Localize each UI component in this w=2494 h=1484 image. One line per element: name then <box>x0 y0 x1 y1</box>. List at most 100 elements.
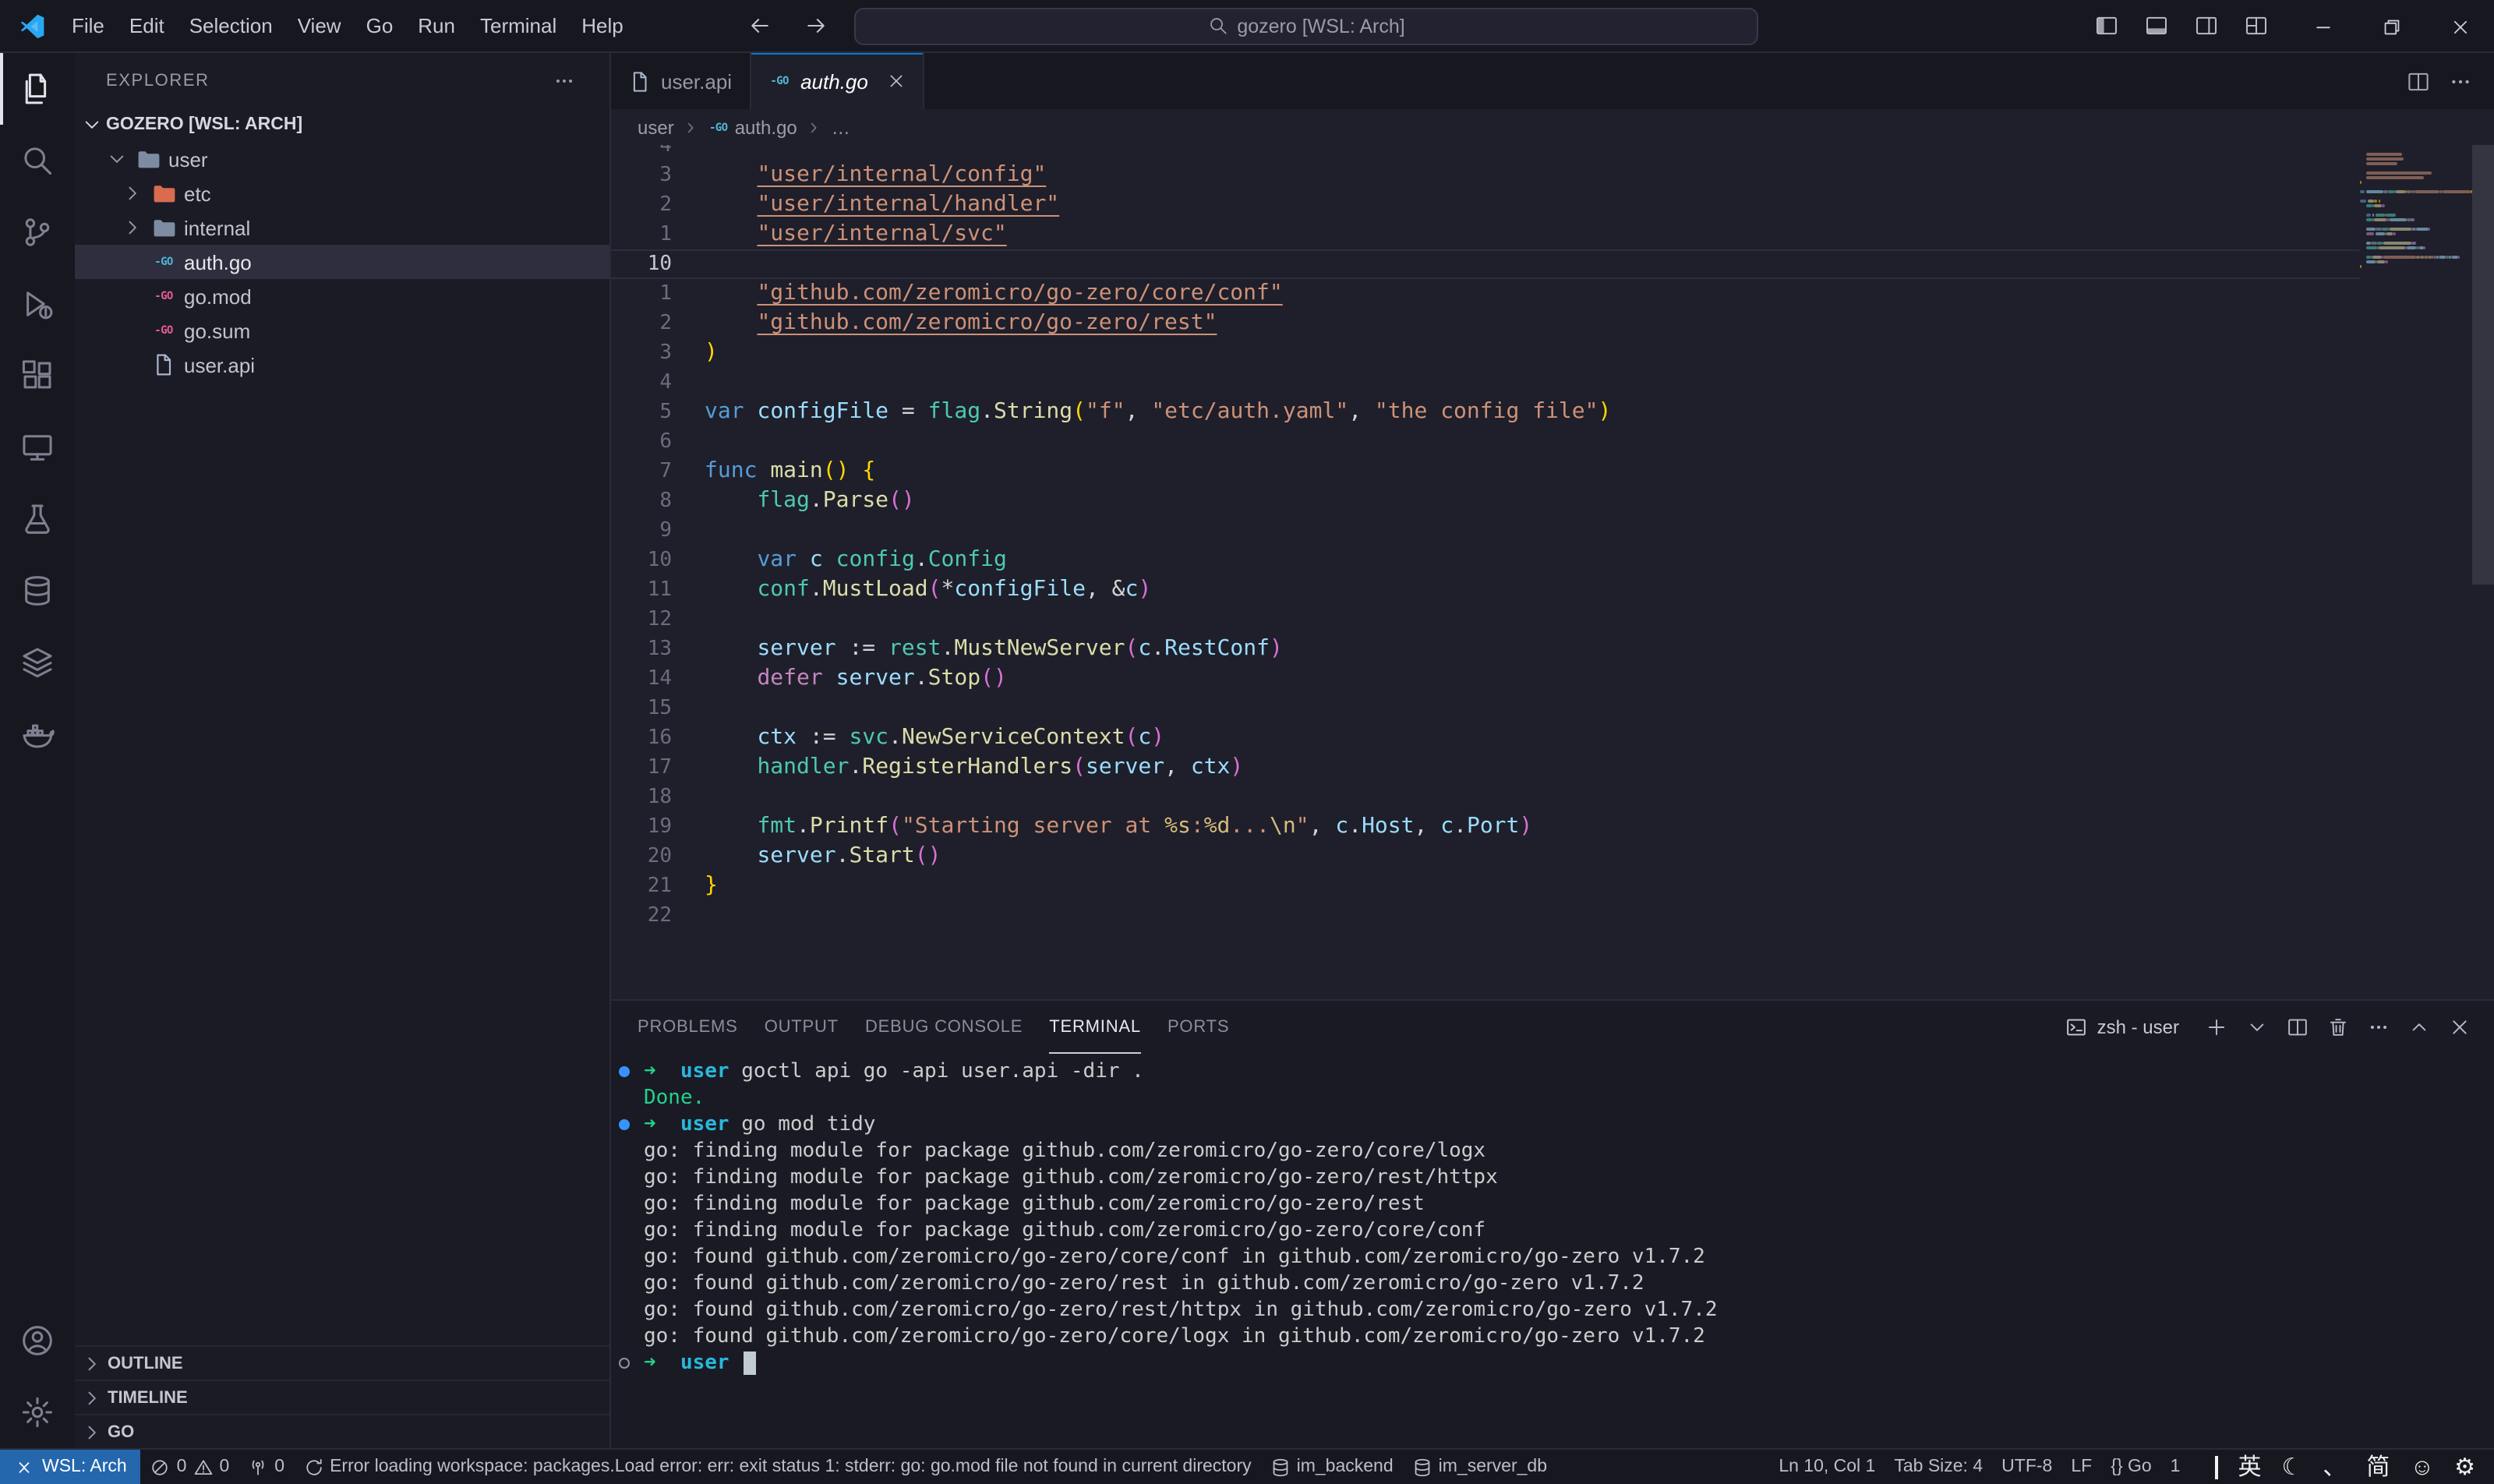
terminal-tab-label[interactable]: zsh - user <box>2066 1016 2179 1038</box>
command-decoration-icon[interactable] <box>619 1119 630 1130</box>
ime-simplified-mode[interactable]: 简 <box>2366 1455 2390 1479</box>
code-line[interactable]: 16 ctx := svc.NewServiceContext(c) <box>611 723 2360 753</box>
split-editor-button[interactable] <box>2407 69 2430 93</box>
panel-tab-output[interactable]: OUTPUT <box>765 1001 839 1054</box>
breadcrumb-item[interactable]: … <box>832 116 850 138</box>
code-line[interactable]: 2 "user/internal/handler" <box>611 190 2360 220</box>
activity-item-explorer[interactable] <box>0 53 75 125</box>
code-line[interactable]: 5var configFile = flag.String("f", "etc/… <box>611 398 2360 427</box>
menu-view[interactable]: View <box>285 9 354 42</box>
tree-item-internal[interactable]: internal <box>75 210 609 245</box>
terminal-more-actions-button[interactable] <box>2360 1009 2397 1046</box>
panel-tab-ports[interactable]: PORTS <box>1168 1001 1229 1054</box>
code-line[interactable]: 3) <box>611 338 2360 368</box>
language-mode[interactable]: {} Go <box>2101 1458 2160 1476</box>
panel-tab-problems[interactable]: PROBLEMS <box>638 1001 738 1054</box>
code-line[interactable]: 10 var c config.Config <box>611 546 2360 575</box>
close-tab-button[interactable] <box>887 72 906 90</box>
split-terminal-button[interactable] <box>2279 1009 2316 1046</box>
editor-more-actions-button[interactable] <box>2449 69 2472 93</box>
code-line[interactable]: 7func main() { <box>611 457 2360 486</box>
command-decoration-icon[interactable] <box>619 1066 630 1077</box>
ime-emoji[interactable]: ☺ <box>2410 1455 2434 1479</box>
activity-item-database[interactable] <box>0 555 75 627</box>
panel-tab-terminal[interactable]: TERMINAL <box>1049 1001 1141 1054</box>
tree-item-go-mod[interactable]: -GOgo.mod <box>75 279 609 313</box>
close-window-button[interactable] <box>2425 0 2494 53</box>
menu-help[interactable]: Help <box>569 9 636 42</box>
encoding[interactable]: UTF-8 <box>1992 1458 2061 1476</box>
new-terminal-button[interactable] <box>2198 1009 2235 1046</box>
minimap[interactable] <box>2360 145 2472 999</box>
ime-punctuation-mode[interactable]: 、 <box>2323 1455 2346 1479</box>
activity-item-search[interactable] <box>0 125 75 196</box>
toggle-secondary-sidebar-button[interactable] <box>2182 5 2229 46</box>
code-line[interactable]: 15 <box>611 694 2360 723</box>
code-line[interactable]: 11 conf.MustLoad(*configFile, &c) <box>611 575 2360 605</box>
code-line[interactable]: 19 fmt.Printf("Starting server at %s:%d.… <box>611 812 2360 842</box>
tab-user-api[interactable]: user.api <box>611 53 751 109</box>
tree-item-auth-go[interactable]: -GOauth.go <box>75 245 609 279</box>
activity-item-extensions[interactable] <box>0 340 75 412</box>
launch-profile-button[interactable] <box>2238 1009 2276 1046</box>
activity-item-testing[interactable] <box>0 483 75 555</box>
activity-item-accounts[interactable] <box>0 1305 75 1376</box>
terminal-output[interactable]: ➜ user goctl api go -api user.api -dir .… <box>611 1054 2494 1448</box>
minimize-window-button[interactable] <box>2288 0 2357 53</box>
ime-language-mode[interactable]: 英 <box>2238 1455 2261 1479</box>
code-line[interactable]: 14 defer server.Stop() <box>611 664 2360 694</box>
code-line[interactable]: 1 "github.com/zeromicro/go-zero/core/con… <box>611 279 2360 309</box>
indentation[interactable]: Tab Size: 4 <box>1885 1458 1992 1476</box>
menu-terminal[interactable]: Terminal <box>468 9 569 42</box>
tab-auth-go[interactable]: -GOauth.go <box>751 53 924 109</box>
activity-item-docker[interactable] <box>0 698 75 770</box>
toggle-primary-sidebar-button[interactable] <box>2082 5 2129 46</box>
eol-sequence[interactable]: LF <box>2061 1458 2101 1476</box>
code-line[interactable]: 4 <box>611 145 2360 161</box>
menu-file[interactable]: File <box>59 9 117 42</box>
code-editor[interactable]: 43 "user/internal/config"2 "user/interna… <box>611 145 2494 999</box>
code-line[interactable]: 1 "user/internal/svc" <box>611 220 2360 249</box>
code-line[interactable]: 2 "github.com/zeromicro/go-zero/rest" <box>611 309 2360 338</box>
menu-edit[interactable]: Edit <box>117 9 177 42</box>
tree-item-etc[interactable]: etc <box>75 176 609 210</box>
kill-terminal-button[interactable] <box>2319 1009 2357 1046</box>
breadcrumb-item[interactable]: -GOauth.go <box>708 116 797 138</box>
menu-selection[interactable]: Selection <box>177 9 285 42</box>
code-line[interactable]: 20 server.Start() <box>611 842 2360 871</box>
activity-item-source-control[interactable] <box>0 196 75 268</box>
views-more-button[interactable] <box>541 60 588 101</box>
code-line[interactable]: 21} <box>611 871 2360 901</box>
go-forward-button[interactable] <box>792 5 839 46</box>
tree-item-user[interactable]: user <box>75 142 609 176</box>
panel-tab-debug-console[interactable]: DEBUG CONSOLE <box>865 1001 1023 1054</box>
cursor-position[interactable]: Ln 10, Col 1 <box>1769 1458 1885 1476</box>
code-line[interactable]: 22 <box>611 901 2360 931</box>
command-decoration-icon[interactable] <box>619 1358 630 1369</box>
tree-item-user-api[interactable]: user.api <box>75 348 609 382</box>
code-line[interactable]: 13 server := rest.MustNewServer(c.RestCo… <box>611 634 2360 664</box>
code-line[interactable]: 9 <box>611 516 2360 546</box>
activity-item-object-explorer[interactable] <box>0 627 75 698</box>
menu-go[interactable]: Go <box>354 9 406 42</box>
breadcrumb-item[interactable]: user <box>638 116 674 138</box>
code-line[interactable]: 12 <box>611 605 2360 634</box>
code-line[interactable]: 6 <box>611 427 2360 457</box>
db-connection-im-server-db[interactable]: im_server_db <box>1403 1450 1556 1484</box>
sidebar-section-go[interactable]: GO <box>75 1414 609 1448</box>
problems[interactable]: 00 <box>141 1450 239 1484</box>
code-line[interactable]: 10 <box>611 249 2360 279</box>
restore-window-button[interactable] <box>2357 0 2425 53</box>
db-connection-im-backend[interactable]: im_backend <box>1261 1450 1403 1484</box>
menu-run[interactable]: Run <box>405 9 468 42</box>
toggle-panel-button[interactable] <box>2132 5 2179 46</box>
forwarded-ports[interactable]: 0 <box>238 1450 294 1484</box>
workspace-root-row[interactable]: GOZERO [WSL: ARCH] <box>75 108 609 142</box>
ime-shape-mode[interactable]: ☾ <box>2281 1455 2302 1479</box>
activity-item-manage[interactable] <box>0 1376 75 1448</box>
remote-indicator[interactable]: WSL: Arch <box>0 1450 141 1484</box>
code-line[interactable]: 17 handler.RegisterHandlers(server, ctx) <box>611 753 2360 783</box>
command-center[interactable]: gozero [WSL: Arch] <box>854 7 1758 44</box>
code-line[interactable]: 3 "user/internal/config" <box>611 161 2360 190</box>
editor-scrollbar[interactable] <box>2472 145 2494 585</box>
